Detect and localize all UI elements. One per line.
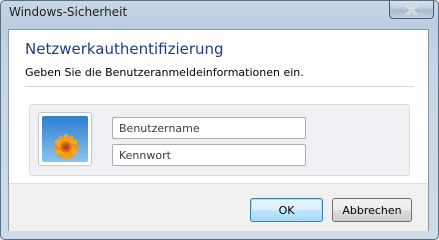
cancel-button[interactable]: Abbrechen bbox=[332, 198, 412, 222]
dialog-window: Windows-Sicherheit Netzwerkauthentifizie… bbox=[0, 0, 439, 240]
ok-button[interactable]: OK bbox=[250, 198, 323, 222]
divider bbox=[25, 86, 414, 87]
title-bar[interactable]: Windows-Sicherheit bbox=[1, 1, 438, 23]
user-avatar bbox=[38, 112, 92, 166]
window-title: Windows-Sicherheit bbox=[9, 5, 128, 19]
dialog-content: Netzwerkauthentifizierung Geben Sie die … bbox=[8, 29, 429, 231]
username-field[interactable] bbox=[112, 117, 306, 139]
close-button[interactable] bbox=[389, 1, 434, 19]
button-bar: OK Abbrechen bbox=[9, 183, 428, 231]
password-field[interactable] bbox=[112, 144, 306, 166]
user-tile-flower-icon bbox=[42, 116, 88, 162]
close-icon bbox=[406, 5, 417, 15]
dialog-heading: Netzwerkauthentifizierung bbox=[25, 40, 224, 58]
dialog-description: Geben Sie die Benutzeranmeldeinformation… bbox=[25, 66, 304, 79]
credential-tile bbox=[29, 104, 410, 176]
